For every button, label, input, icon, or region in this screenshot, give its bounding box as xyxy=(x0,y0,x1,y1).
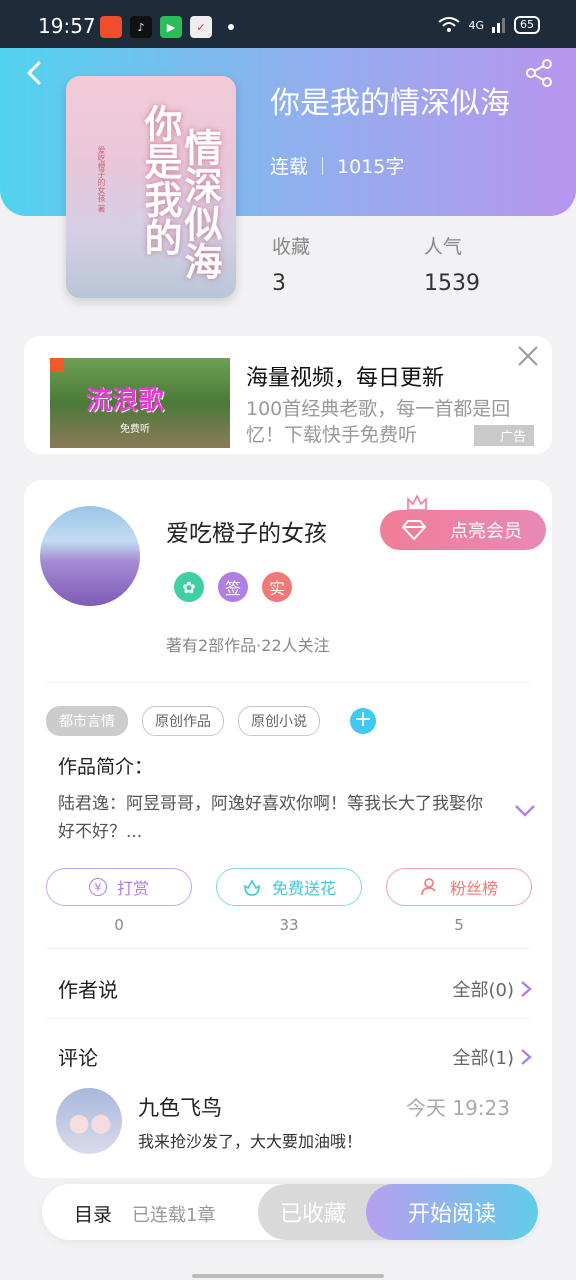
back-arrow-icon[interactable] xyxy=(20,58,50,88)
fans-action: 粉丝榜 5 xyxy=(386,868,532,934)
author-avatar[interactable] xyxy=(40,506,140,606)
meta-divider xyxy=(322,156,324,175)
cover-title-col2: 情深似海 xyxy=(178,128,223,280)
author-says-link[interactable]: 全部(0) xyxy=(453,976,533,1002)
divider xyxy=(46,682,530,683)
stat-label: 收藏 xyxy=(272,236,311,258)
intro-label: 作品简介： xyxy=(58,756,154,778)
tag-item[interactable]: 原创作品 xyxy=(142,706,224,736)
author-badges: ✿ 签 实 xyxy=(174,572,292,602)
cover-title-col1: 你是我的 xyxy=(138,104,183,256)
author-stats: 著有2部作品·22人关注 xyxy=(166,636,330,655)
author-name[interactable]: 爱吃橙子的女孩 xyxy=(166,514,327,548)
ad-title: 海量视频，每日更新 xyxy=(246,366,445,391)
chevron-right-icon xyxy=(521,1048,532,1065)
share-icon[interactable] xyxy=(524,58,554,88)
tip-action: ¥ 打赏 0 xyxy=(46,868,192,934)
commenter-avatar[interactable] xyxy=(56,1088,122,1154)
collected-label: 已收藏 xyxy=(279,1202,346,1227)
verified-badge[interactable]: 实 xyxy=(262,572,292,602)
flower-icon xyxy=(244,879,260,896)
tip-button[interactable]: ¥ 打赏 xyxy=(46,868,192,906)
send-flower-label: 免费送花 xyxy=(271,879,336,898)
start-reading-button[interactable]: 开始阅读 xyxy=(366,1184,538,1240)
medal-badge-icon[interactable]: ✿ xyxy=(174,572,204,602)
ad-card[interactable]: 流浪歌 免费听 海量视频，每日更新 100首经典老歌，每一首都是回忆！下载快手免… xyxy=(24,336,552,454)
diamond-icon xyxy=(402,520,426,541)
comments-count: 全部(1) xyxy=(452,1047,515,1069)
comments-row[interactable]: 评论 全部(1) xyxy=(58,1042,532,1071)
signed-badge[interactable]: 签 xyxy=(218,572,248,602)
action-row: ¥ 打赏 0 免费送花 33 粉丝榜 5 xyxy=(46,868,532,934)
fans-ranking-button[interactable]: 粉丝榜 xyxy=(386,868,532,906)
tip-label: 打赏 xyxy=(116,879,149,898)
wifi-icon xyxy=(438,17,461,32)
flower-count: 33 xyxy=(279,916,299,934)
tip-count: 0 xyxy=(114,916,124,934)
vip-button-label: 点亮会员 xyxy=(450,521,522,542)
stat-popularity: 人气 1539 xyxy=(424,232,480,296)
author-says-title: 作者说 xyxy=(58,978,118,1002)
yen-icon: ¥ xyxy=(88,878,107,896)
system-icons: 4G 65 xyxy=(438,16,540,34)
book-status: 连载 xyxy=(270,156,309,178)
close-icon[interactable] xyxy=(516,344,540,368)
toc-button[interactable]: 目录 xyxy=(74,1200,112,1227)
ad-image-title: 流浪歌 xyxy=(86,386,165,416)
tag-item[interactable]: 都市言情 xyxy=(46,706,128,736)
tag-list: 都市言情 原创作品 原创小说 + xyxy=(46,706,376,736)
divider xyxy=(46,948,530,949)
comments-title: 评论 xyxy=(58,1046,98,1070)
network-type: 4G xyxy=(468,18,484,32)
comment-text: 我来抢沙发了，大大要加油哦！ xyxy=(138,1132,363,1151)
signal-icon xyxy=(492,18,505,33)
app-icon xyxy=(100,16,122,38)
intro-text: 陆君逸：阿昱哥哥，阿逸好喜欢你啊！等我长大了我娶你好不好？... xyxy=(58,794,483,842)
book-cover[interactable]: 你是我的 情深似海 爱吃橙子的女孩 著 xyxy=(66,76,236,298)
stat-value: 3 xyxy=(272,271,286,296)
commenter-name[interactable]: 九色飞鸟 xyxy=(138,1092,222,1122)
stat-favorites: 收藏 3 xyxy=(272,232,310,296)
start-reading-label: 开始阅读 xyxy=(407,1202,496,1227)
book-title: 你是我的情深似海 xyxy=(270,86,510,121)
status-time: 19:57 xyxy=(38,14,96,38)
word-count: 1015字 xyxy=(337,156,405,178)
video-icon: ▶ xyxy=(160,16,182,38)
tag-item[interactable]: 原创小说 xyxy=(238,706,320,736)
ad-app-badge xyxy=(50,358,64,372)
send-flower-button[interactable]: 免费送花 xyxy=(216,868,362,906)
book-meta: 连载 1015字 xyxy=(270,152,404,179)
ad-image-subtitle: 免费听 xyxy=(120,424,150,435)
bottom-action-bar: 目录 已连载1章 已收藏 开始阅读 xyxy=(42,1184,538,1240)
user-icon xyxy=(421,878,436,896)
chevron-down-icon[interactable] xyxy=(514,804,536,818)
stat-value: 1539 xyxy=(424,271,480,296)
tiktok-icon: ♪ xyxy=(130,16,152,38)
flower-action: 免费送花 33 xyxy=(216,868,362,934)
chapter-count: 已连载1章 xyxy=(132,1205,216,1226)
comment-time: 今天 19:23 xyxy=(406,1096,510,1120)
add-tag-icon[interactable]: + xyxy=(350,708,376,734)
comments-link[interactable]: 全部(1) xyxy=(453,1044,533,1070)
fans-count: 5 xyxy=(454,916,464,934)
chevron-right-icon xyxy=(521,980,532,997)
stat-label: 人气 xyxy=(424,236,463,258)
battery-indicator: 65 xyxy=(514,16,540,34)
divider xyxy=(46,1018,530,1019)
more-notifications-dot xyxy=(228,24,234,30)
author-says-row[interactable]: 作者说 全部(0) xyxy=(58,974,532,1003)
author-says-count: 全部(0) xyxy=(452,979,515,1001)
fans-ranking-label: 粉丝榜 xyxy=(449,879,498,898)
author-card: 爱吃橙子的女孩 点亮会员 ✿ 签 实 著有2部作品·22人关注 都市言情 原创作… xyxy=(24,480,552,1178)
ad-image: 流浪歌 免费听 xyxy=(50,358,230,448)
news-icon: ✓ xyxy=(190,16,212,38)
status-bar: 19:57 ♪ ▶ ✓ 4G 65 xyxy=(0,0,576,48)
notification-icons: ♪ ▶ ✓ xyxy=(100,16,234,38)
cover-author: 爱吃橙子的女孩 著 xyxy=(97,146,106,213)
home-indicator[interactable] xyxy=(192,1274,384,1278)
vip-button[interactable]: 点亮会员 xyxy=(380,510,546,550)
ad-tag: 广告 xyxy=(473,425,534,446)
